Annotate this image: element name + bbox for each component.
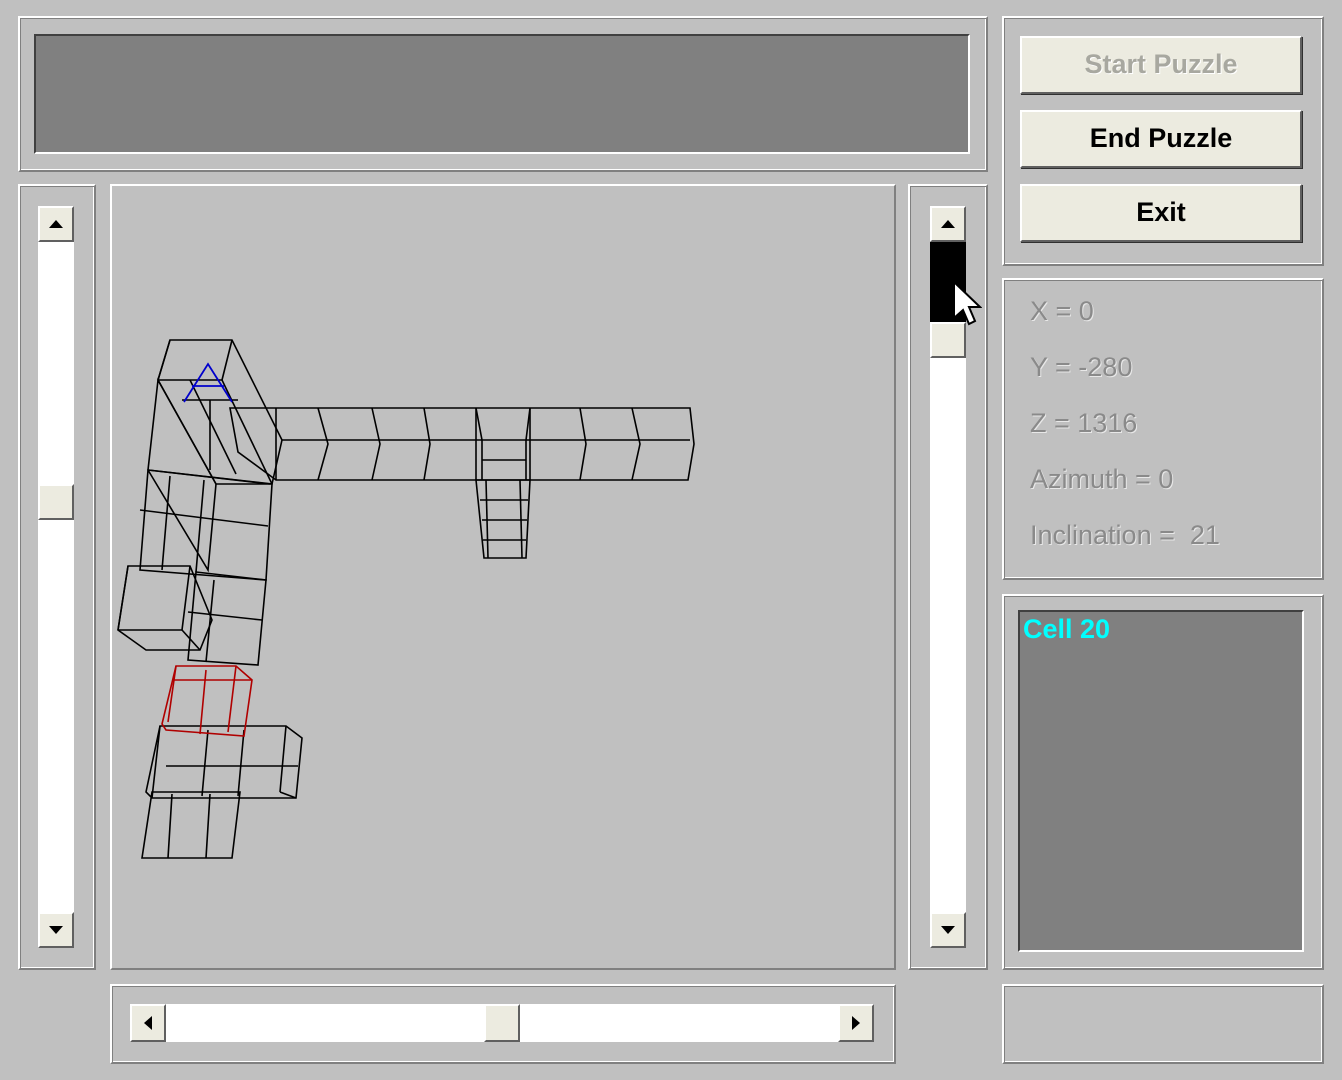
x-coordinate: X = 0 (1030, 296, 1094, 326)
message-display (34, 34, 970, 154)
right-scroll-down-button[interactable] (930, 912, 966, 948)
left-scroll-down-button[interactable] (38, 912, 74, 948)
right-scroll-thumb[interactable] (930, 322, 966, 358)
arrow-down-icon (941, 926, 955, 934)
start-puzzle-button[interactable]: Start Puzzle (1020, 36, 1302, 94)
arrow-up-icon (49, 220, 63, 228)
arrow-down-icon (49, 926, 63, 934)
bottom-scroll-thumb[interactable] (484, 1004, 520, 1042)
exit-button[interactable]: Exit (1020, 184, 1302, 242)
end-puzzle-button[interactable]: End Puzzle (1020, 110, 1302, 168)
z-coordinate: Z = 1316 (1030, 408, 1138, 438)
left-scroll-up-button[interactable] (38, 206, 74, 242)
mouse-pointer-icon (953, 280, 982, 326)
arrow-up-icon (941, 220, 955, 228)
y-coordinate: Y = -280 (1030, 352, 1133, 382)
right-scroll-up-button[interactable] (930, 206, 966, 242)
azimuth-readout: Azimuth = 0 (1030, 464, 1174, 494)
bottom-scroll-left-button[interactable] (130, 1004, 166, 1042)
cell-display: Cell 20 (1018, 610, 1304, 952)
left-scroll-thumb[interactable] (38, 484, 74, 520)
cell-label: Cell 20 (1023, 614, 1111, 644)
maze-viewport[interactable] (110, 184, 896, 970)
bottom-scroll-right-button[interactable] (838, 1004, 874, 1042)
arrow-left-icon (144, 1016, 152, 1030)
arrow-right-icon (852, 1016, 860, 1030)
inclination-readout: Inclination = 21 (1030, 520, 1220, 550)
status-panel (1002, 984, 1324, 1064)
left-scroll-track[interactable] (38, 206, 74, 948)
